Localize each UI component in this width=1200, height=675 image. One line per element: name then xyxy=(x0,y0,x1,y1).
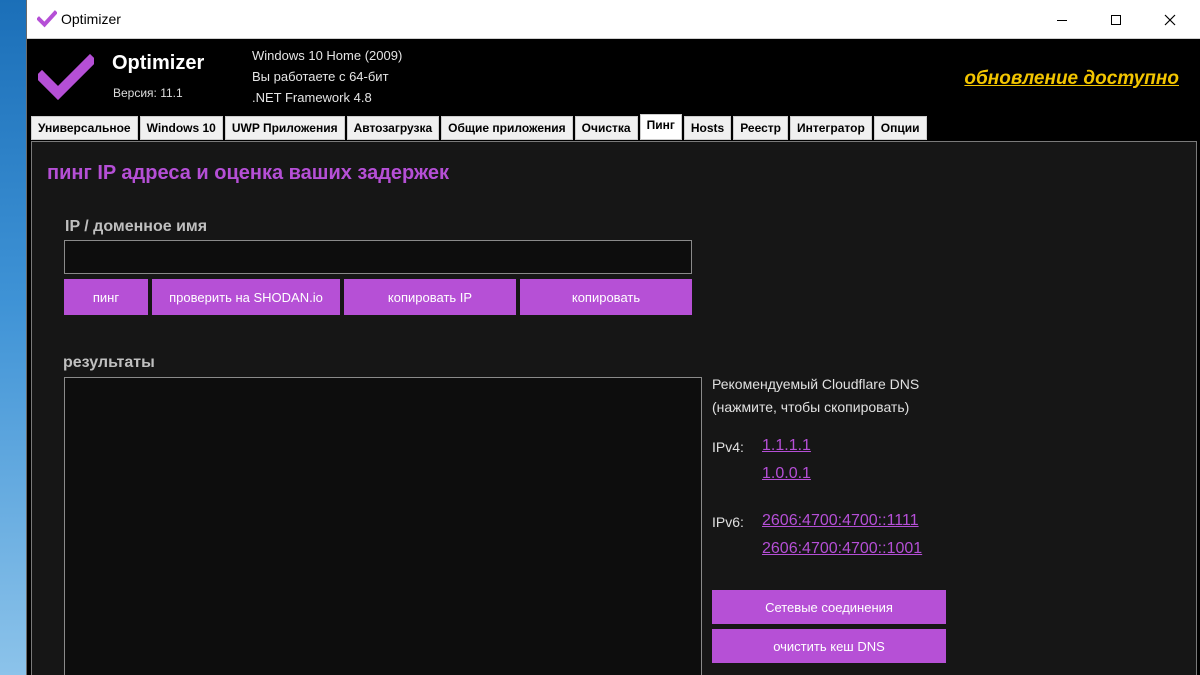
ping-button[interactable]: пинг xyxy=(64,279,148,315)
network-connections-button[interactable]: Сетевые соединения xyxy=(712,590,946,624)
results-label: результаты xyxy=(63,354,155,371)
tab-ping[interactable]: Пинг xyxy=(639,114,682,140)
flush-dns-button[interactable]: очистить кеш DNS xyxy=(712,629,946,663)
checkmark-logo-icon xyxy=(38,54,94,100)
minimize-icon xyxy=(1057,19,1067,21)
tab-uwp-apps[interactable]: UWP Приложения xyxy=(224,116,345,140)
shodan-check-button[interactable]: проверить на SHODAN.io xyxy=(152,279,340,315)
dns-title: Рекомендуемый Cloudflare DNS xyxy=(712,376,920,392)
app-header: Optimizer Версия: 11.1 Windows 10 Home (… xyxy=(27,40,1200,116)
tab-options[interactable]: Опции xyxy=(873,116,927,140)
tab-common-apps[interactable]: Общие приложения xyxy=(441,116,573,140)
results-textarea[interactable] xyxy=(64,377,702,675)
ipv4-secondary-link[interactable]: 1.0.0.1 xyxy=(762,465,811,483)
os-info: Windows 10 Home (2009) xyxy=(252,48,403,63)
ipv6-label: IPv6: xyxy=(712,514,744,530)
minimize-button[interactable] xyxy=(1035,0,1089,39)
ip-domain-input[interactable] xyxy=(64,240,692,274)
panel-title: пинг IP адреса и оценка ваших задержек xyxy=(47,162,450,184)
ipv4-label: IPv4: xyxy=(712,439,744,455)
tab-registry[interactable]: Реестр xyxy=(733,116,788,140)
ip-field-label: IP / доменное имя xyxy=(65,218,208,235)
tab-bar: Универсальное Windows 10 UWP Приложения … xyxy=(31,114,929,140)
app-name: Optimizer xyxy=(112,52,205,74)
maximize-button[interactable] xyxy=(1089,0,1143,39)
tab-cleanup[interactable]: Очистка xyxy=(574,116,638,140)
ping-panel: пинг IP адреса и оценка ваших задержек I… xyxy=(31,141,1197,675)
maximize-icon xyxy=(1111,14,1121,25)
dns-subtitle: (нажмите, чтобы скопировать) xyxy=(712,399,910,415)
arch-info: Вы работаете с 64-бит xyxy=(252,69,389,84)
copy-ip-button[interactable]: копировать IP xyxy=(344,279,516,315)
copy-button[interactable]: копировать xyxy=(520,279,692,315)
close-button[interactable] xyxy=(1143,0,1197,39)
close-icon xyxy=(1164,14,1176,25)
tab-integrator[interactable]: Интегратор xyxy=(789,116,872,140)
tab-hosts[interactable]: Hosts xyxy=(683,116,732,140)
tab-windows-10[interactable]: Windows 10 xyxy=(139,116,223,140)
title-bar[interactable]: Optimizer xyxy=(27,0,1200,39)
window-title: Optimizer xyxy=(61,11,121,27)
ipv6-secondary-link[interactable]: 2606:4700:4700::1001 xyxy=(762,540,922,558)
update-available-link[interactable]: обновление доступно xyxy=(964,68,1179,90)
ipv4-primary-link[interactable]: 1.1.1.1 xyxy=(762,437,811,455)
checkmark-app-icon xyxy=(37,10,57,28)
tab-startup[interactable]: Автозагрузка xyxy=(346,116,440,140)
tab-universal[interactable]: Универсальное xyxy=(31,116,138,140)
app-version: Версия: 11.1 xyxy=(113,86,183,100)
ipv6-primary-link[interactable]: 2606:4700:4700::1111 xyxy=(762,512,919,530)
framework-info: .NET Framework 4.8 xyxy=(252,90,372,105)
app-window: Optimizer Optimizer Версия: 11.1 Windows… xyxy=(26,0,1200,675)
